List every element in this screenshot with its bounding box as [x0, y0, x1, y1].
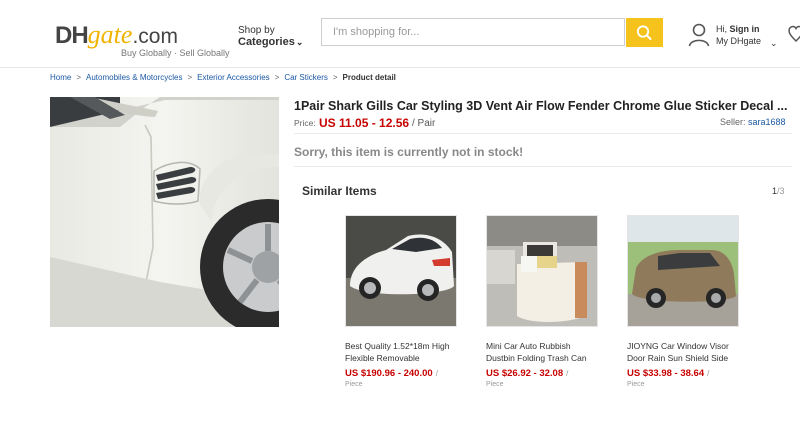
- seller-info: Seller: sara1688: [720, 117, 786, 127]
- similar-item-price: US $33.98 - 38.64/: [627, 368, 710, 379]
- search-icon: [636, 25, 652, 40]
- categories-menu[interactable]: Categories⌄: [238, 36, 303, 48]
- similar-item-name[interactable]: JIOYNG Car Window Visor Door Rain Sun Sh…: [627, 340, 739, 364]
- heart-icon[interactable]: [788, 25, 800, 43]
- breadcrumb-exterior-accessories[interactable]: Exterior Accessories: [197, 73, 269, 82]
- shop-by-label: Shop by: [238, 25, 275, 36]
- breadcrumb-automobiles[interactable]: Automobiles & Motorcycles: [86, 73, 182, 82]
- similar-items-title: Similar Items: [302, 184, 377, 198]
- product-image[interactable]: [50, 97, 279, 327]
- breadcrumb-car-stickers[interactable]: Car Stickers: [284, 73, 328, 82]
- user-icon[interactable]: [688, 23, 710, 47]
- divider: [294, 166, 792, 167]
- my-dhgate-link[interactable]: My DHgate: [716, 36, 761, 46]
- logo-tagline: Buy Globally · Sell Globally: [121, 48, 230, 58]
- categories-label: Categories: [238, 36, 295, 48]
- similar-item-unit: Piece: [627, 381, 645, 388]
- sign-in-link[interactable]: Sign in: [730, 24, 760, 34]
- dhgate-logo[interactable]: DHgate.com: [55, 21, 178, 51]
- search-button[interactable]: [626, 18, 663, 47]
- similar-item-name[interactable]: Best Quality 1.52*18m High Flexible Remo…: [345, 340, 457, 364]
- similar-item-image[interactable]: [345, 215, 457, 327]
- similar-item-price: US $190.96 - 240.00/: [345, 368, 438, 379]
- seller-link[interactable]: sara1688: [748, 117, 786, 127]
- chevron-down-icon[interactable]: ⌄: [770, 38, 778, 49]
- similar-pager: 1/3: [772, 186, 785, 196]
- price-unit: / Pair: [412, 118, 436, 129]
- divider: [294, 133, 792, 134]
- site-header: DHgate.com Buy Globally · Sell Globally …: [0, 0, 800, 68]
- product-title: 1Pair Shark Gills Car Styling 3D Vent Ai…: [294, 99, 788, 113]
- similar-item-card[interactable]: Best Quality 1.52*18m High Flexible Remo…: [345, 215, 457, 388]
- breadcrumb-current: Product detail: [342, 73, 396, 82]
- similar-item-unit: Piece: [486, 381, 504, 388]
- breadcrumb-home[interactable]: Home: [50, 73, 71, 82]
- similar-item-card[interactable]: JIOYNG Car Window Visor Door Rain Sun Sh…: [627, 215, 739, 388]
- similar-item-name[interactable]: Mini Car Auto Rubbish Dustbin Folding Tr…: [486, 340, 598, 364]
- product-price: US 11.05 - 12.56: [319, 116, 410, 130]
- similar-item-unit: Piece: [345, 381, 363, 388]
- similar-item-image[interactable]: [486, 215, 598, 327]
- price-label: Price:: [294, 118, 316, 128]
- out-of-stock-message: Sorry, this item is currently not in sto…: [294, 145, 524, 159]
- similar-item-price: US $26.92 - 32.08/: [486, 368, 569, 379]
- breadcrumb: Home > Automobiles & Motorcycles > Exterior …: [50, 73, 396, 82]
- greeting: Hi, Sign in: [716, 24, 760, 34]
- chevron-down-icon: ⌄: [295, 37, 304, 47]
- similar-item-card[interactable]: Mini Car Auto Rubbish Dustbin Folding Tr…: [486, 215, 598, 388]
- search-input[interactable]: I'm shopping for...: [321, 18, 625, 46]
- similar-item-image[interactable]: [627, 215, 739, 327]
